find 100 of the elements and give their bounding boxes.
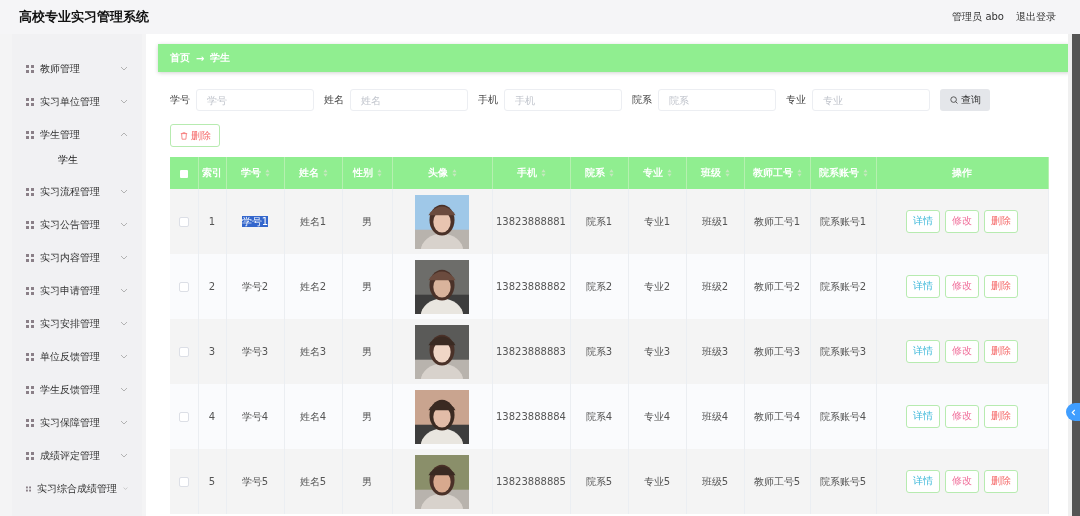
grid-icon xyxy=(26,352,34,361)
grid-icon xyxy=(26,187,34,196)
sidebar-item[interactable]: 实习流程管理 xyxy=(12,175,142,208)
table-cell: 学号4 xyxy=(241,410,269,422)
table-cell: 学号1 xyxy=(241,215,269,227)
field-label: 姓名 xyxy=(324,93,344,107)
grid-icon xyxy=(26,385,34,394)
row-checkbox[interactable] xyxy=(178,217,189,227)
table-cell: 学号3 xyxy=(241,345,269,357)
details-button[interactable]: 详情 xyxy=(906,470,941,493)
table-cell: 专业2 xyxy=(628,254,686,319)
sidebar-item[interactable]: 实习保障管理 xyxy=(12,406,142,439)
sort-icon xyxy=(724,169,730,177)
delete-button[interactable]: 删除 xyxy=(170,124,220,147)
edit-button[interactable]: 修改 xyxy=(945,210,980,233)
sidebar-item[interactable]: 单位反馈管理 xyxy=(12,340,142,373)
chevron-icon xyxy=(120,288,128,293)
table-cell: 男 xyxy=(342,319,392,384)
logout-link[interactable]: 退出登录 xyxy=(1016,10,1056,24)
sidebar-item[interactable]: 实习综合成绩管理 xyxy=(12,472,142,505)
grid-icon xyxy=(26,130,34,139)
table-cell: 1 xyxy=(198,189,226,254)
sort-icon xyxy=(608,169,614,177)
app-title: 高校专业实习管理系统 xyxy=(19,8,149,26)
table-cell: 学号2 xyxy=(241,280,269,292)
edit-button[interactable]: 修改 xyxy=(945,275,980,298)
row-checkbox[interactable] xyxy=(178,412,189,422)
chevron-icon xyxy=(120,189,128,194)
edit-button[interactable]: 修改 xyxy=(945,340,980,363)
grid-icon xyxy=(26,484,31,493)
table-cell: 13823888885 xyxy=(492,449,570,514)
edit-button[interactable]: 修改 xyxy=(945,405,980,428)
delete-button[interactable]: 删除 xyxy=(984,405,1019,428)
user-name: 管理员 abo xyxy=(952,10,1004,24)
search-button[interactable]: 查询 xyxy=(940,89,990,111)
table-cell: 院系1 xyxy=(570,189,628,254)
chevron-icon xyxy=(120,321,128,326)
table-cell: 院系3 xyxy=(570,319,628,384)
delete-button[interactable]: 删除 xyxy=(984,470,1019,493)
table-cell: 姓名3 xyxy=(284,319,342,384)
table-cell: 13823888883 xyxy=(492,319,570,384)
table-cell: 学号5 xyxy=(241,475,269,487)
table-cell: 班级4 xyxy=(686,384,744,449)
table-cell: 院系4 xyxy=(570,384,628,449)
delete-button[interactable]: 删除 xyxy=(984,340,1019,363)
table-cell: 姓名2 xyxy=(284,254,342,319)
table-cell: 院系账号5 xyxy=(810,449,876,514)
row-checkbox[interactable] xyxy=(178,282,189,292)
table-cell: 教师工号2 xyxy=(744,254,810,319)
grid-icon xyxy=(26,97,34,106)
table-cell: 专业1 xyxy=(628,189,686,254)
grid-icon xyxy=(26,220,34,229)
sidebar-item[interactable]: 成绩评定管理 xyxy=(12,439,142,472)
breadcrumb-item: 学生 xyxy=(210,51,231,65)
table-cell: 3 xyxy=(198,319,226,384)
grid-icon xyxy=(26,253,34,262)
field-label: 学号 xyxy=(170,93,190,107)
details-button[interactable]: 详情 xyxy=(906,210,941,233)
details-button[interactable]: 详情 xyxy=(906,405,941,428)
chevron-icon xyxy=(120,132,128,137)
table-cell: 教师工号1 xyxy=(744,189,810,254)
table-cell: 专业4 xyxy=(628,384,686,449)
table-cell: 5 xyxy=(198,449,226,514)
table-cell: 院系2 xyxy=(570,254,628,319)
sidebar-item[interactable]: 实习内容管理 xyxy=(12,241,142,274)
sidebar-item[interactable]: 实习申请管理 xyxy=(12,274,142,307)
table-cell: 教师工号5 xyxy=(744,449,810,514)
sort-icon xyxy=(322,169,328,177)
sort-icon xyxy=(451,169,457,177)
chevron-left-icon xyxy=(1070,408,1076,416)
sidebar-item[interactable]: 实习单位管理 xyxy=(12,85,142,118)
chevron-icon xyxy=(120,222,128,227)
table-cell: 男 xyxy=(342,384,392,449)
scrollbar[interactable] xyxy=(1068,34,1080,516)
grid-icon xyxy=(26,319,34,328)
details-button[interactable]: 详情 xyxy=(906,275,941,298)
row-checkbox[interactable] xyxy=(178,347,189,357)
row-checkbox[interactable] xyxy=(178,477,189,487)
table-cell: 男 xyxy=(342,254,392,319)
sidebar-item[interactable]: 学生管理 xyxy=(12,118,142,151)
grid-icon xyxy=(26,451,34,460)
sort-icon xyxy=(862,169,868,177)
select-all-checkbox[interactable] xyxy=(179,170,188,178)
delete-button[interactable]: 删除 xyxy=(984,210,1019,233)
sidebar-item[interactable]: 实习公告管理 xyxy=(12,208,142,241)
input-field[interactable]: 专业 xyxy=(812,89,930,111)
sidebar-item[interactable]: 学生反馈管理 xyxy=(12,373,142,406)
sidebar-item[interactable]: 实习安排管理 xyxy=(12,307,142,340)
sidebar-item[interactable]: 教师管理 xyxy=(12,52,142,85)
details-button[interactable]: 详情 xyxy=(906,340,941,363)
table-cell: 姓名1 xyxy=(284,189,342,254)
table-cell: 教师工号4 xyxy=(744,384,810,449)
search-icon xyxy=(949,96,958,104)
grid-icon xyxy=(26,64,34,73)
chevron-icon xyxy=(123,486,128,491)
table-cell: 院系账号3 xyxy=(810,319,876,384)
edit-button[interactable]: 修改 xyxy=(945,470,980,493)
delete-button[interactable]: 删除 xyxy=(984,275,1019,298)
sidebar-subitem[interactable]: 学生 xyxy=(12,148,142,172)
table-cell: 2 xyxy=(198,254,226,319)
